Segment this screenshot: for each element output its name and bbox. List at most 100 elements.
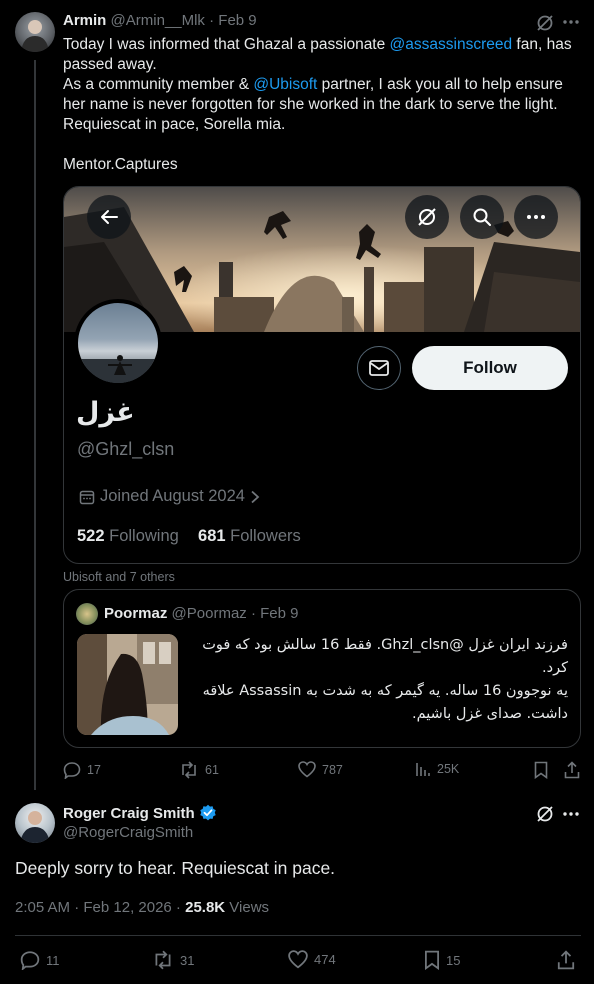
quote-media-thumbnail[interactable]: [77, 634, 178, 735]
mail-icon: [369, 360, 389, 376]
reply-icon: [20, 951, 40, 970]
chevron-right-icon[interactable]: [250, 490, 260, 504]
quote-tweet-card[interactable]: Poormaz @Poormaz · Feb 9 فرزند ایران غزل…: [63, 589, 581, 748]
banner-search-button[interactable]: [460, 195, 504, 239]
reply-repost-count: 31: [180, 952, 195, 968]
joined-date-row: Joined August 2024: [79, 487, 260, 506]
quote-text-line-3: داشت. صدای غزل باشیم.: [412, 706, 568, 722]
mention-assassinscreed[interactable]: @assassinscreed: [390, 36, 513, 53]
reply-reply-button[interactable]: 11: [20, 950, 60, 970]
reply-meta: 2:05 AM · Feb 12, 2026 · 25.8K Views: [15, 899, 269, 916]
author-name[interactable]: Armin: [63, 12, 106, 29]
thread-connector-line: [34, 60, 36, 790]
profile-handle: @Ghzl_clsn: [77, 439, 175, 459]
tweet-text-segment: As a community member &: [63, 76, 254, 93]
image-tags-caption[interactable]: Ubisoft and 7 others: [63, 570, 175, 584]
quote-header: Poormaz @Poormaz · Feb 9: [104, 605, 298, 622]
reply-grok-icon[interactable]: [536, 805, 554, 823]
mention-ubisoft[interactable]: @Ubisoft: [253, 76, 317, 93]
reply-author-handle[interactable]: @RogerCraigSmith: [63, 824, 193, 841]
reply-bookmark-button[interactable]: 15: [424, 950, 460, 970]
message-button[interactable]: [357, 346, 401, 390]
tweet-signature: Mentor.Captures: [63, 156, 178, 173]
tweet-paragraph-1: Today I was informed that Ghazal a passi…: [63, 35, 575, 75]
heart-icon: [298, 761, 316, 778]
tweet-body: Today I was informed that Ghazal a passi…: [63, 35, 575, 175]
reply-count: 17: [87, 763, 101, 777]
grok-icon: [418, 208, 436, 226]
quote-author-name: Poormaz: [104, 605, 168, 622]
search-icon: [473, 208, 491, 226]
bookmark-icon: [534, 761, 548, 780]
reply-timestamp[interactable]: 2:05 AM · Feb 12, 2026 ·: [15, 899, 185, 916]
person-silhouette-icon: [20, 811, 50, 843]
heart-icon: [288, 950, 308, 969]
person-silhouette-icon: [78, 355, 158, 383]
reply-like-count: 474: [314, 952, 336, 967]
analytics-icon: [416, 763, 430, 776]
arrow-left-icon: [101, 210, 118, 224]
author-avatar[interactable]: [15, 12, 55, 52]
banner-more-button[interactable]: [514, 195, 558, 239]
followers-label: Followers: [230, 527, 301, 545]
profile-display-name: غزل: [76, 397, 135, 428]
tweet-text-segment: Today I was informed that Ghazal a passi…: [63, 36, 390, 53]
follow-stats: 522 Following 681 Followers: [77, 527, 301, 546]
tweet-header: Armin @Armin__Mlk · Feb 9: [63, 12, 257, 29]
profile-screenshot-card[interactable]: Follow غزل @Ghzl_clsn Joined August 2024…: [63, 186, 581, 564]
author-handle[interactable]: @Armin__Mlk: [111, 12, 205, 29]
followers-stat[interactable]: 681 Followers: [198, 527, 301, 545]
bookmark-icon: [425, 950, 439, 970]
calendar-icon: [79, 490, 95, 504]
reply-divider-top: [15, 935, 581, 936]
quote-author-avatar: [76, 603, 98, 625]
quote-date: Feb 9: [260, 605, 299, 622]
quote-text: فرزند ایران غزل @Ghzl_clsn. فقط 16 سالش …: [194, 634, 568, 726]
followers-count: 681: [198, 527, 226, 545]
reply-bookmark-count: 15: [446, 952, 461, 968]
reply-share-button[interactable]: [557, 950, 575, 975]
reply-button[interactable]: 17: [63, 761, 101, 779]
repost-icon: [182, 761, 196, 779]
quote-text-line-2: یه نوجوون 16 ساله. یه گیمر که به شدت به …: [202, 683, 568, 699]
following-label: Following: [109, 527, 179, 545]
profile-avatar[interactable]: [74, 299, 162, 387]
header-separator: ·: [209, 12, 215, 29]
follow-button[interactable]: Follow: [412, 346, 568, 390]
following-count: 522: [77, 527, 105, 545]
reply-views-label: Views: [225, 899, 270, 916]
verified-badge-icon: [199, 804, 216, 821]
joined-date: Joined August 2024: [100, 487, 245, 505]
bookmark-button[interactable]: [534, 761, 548, 784]
like-button[interactable]: 787: [298, 761, 343, 778]
quote-header-separator: ·: [250, 605, 256, 622]
tweet-paragraph-2: As a community member & @Ubisoft partner…: [63, 75, 575, 135]
repost-icon: [155, 950, 171, 970]
banner-grok-button[interactable]: [405, 195, 449, 239]
back-button[interactable]: [87, 195, 131, 239]
person-silhouette-icon: [21, 20, 49, 52]
grok-icon[interactable]: [536, 14, 554, 32]
like-count: 787: [322, 762, 343, 777]
repost-button[interactable]: 61: [179, 761, 219, 779]
tweet-date[interactable]: Feb 9: [218, 12, 256, 29]
quote-text-line-1: فرزند ایران غزل @Ghzl_clsn. فقط 16 سالش …: [202, 637, 568, 676]
share-icon: [557, 950, 575, 970]
reply-author-name[interactable]: Roger Craig Smith: [63, 805, 195, 822]
reply-like-button[interactable]: 474: [288, 950, 336, 969]
views-button[interactable]: 25K: [415, 761, 459, 777]
more-options-icon: [527, 215, 545, 219]
reply-author-avatar[interactable]: [15, 803, 55, 843]
quote-author-handle: @Poormaz: [171, 605, 247, 622]
reply-reply-count: 11: [46, 952, 60, 968]
following-stat[interactable]: 522 Following: [77, 527, 179, 545]
reply-icon: [63, 762, 81, 779]
view-count: 25K: [437, 762, 460, 776]
repost-count: 61: [205, 763, 219, 777]
more-options-icon[interactable]: [563, 19, 579, 25]
reply-repost-button[interactable]: 31: [152, 950, 194, 970]
share-icon: [564, 761, 580, 779]
share-button[interactable]: [564, 761, 580, 784]
reply-more-options-icon[interactable]: [563, 811, 579, 817]
reply-text: Deeply sorry to hear. Requiescat in pace…: [15, 858, 336, 878]
